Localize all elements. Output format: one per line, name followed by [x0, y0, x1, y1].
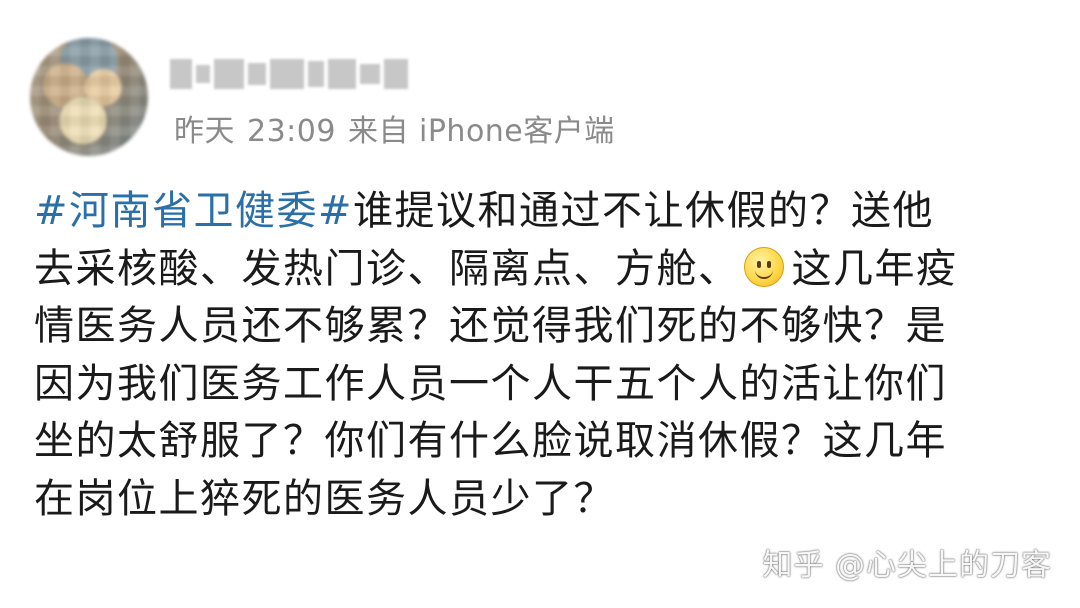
topic-link[interactable]: #河南省卫健委# — [34, 188, 353, 234]
post-source: 来自 iPhone客户端 — [347, 114, 615, 149]
content-line: #河南省卫健委#谁提议和通过不让休假的？送他 — [34, 183, 1054, 241]
content-text: 情医务人员还不够累？还觉得我们死的不够快？是 — [34, 303, 947, 349]
content-text: 这几年疫 — [791, 245, 958, 292]
content-text: 坐的太舒服了？你们有什么脸说取消休假？这几年 — [34, 418, 947, 464]
post-time: 23:09 — [247, 114, 336, 149]
user-avatar[interactable] — [30, 38, 148, 156]
content-text: 因为我们医务工作人员一个人干五个人的活让你们 — [34, 360, 947, 407]
content-line: 因为我们医务工作人员一个人干五个人的活让你们 — [34, 356, 1054, 414]
username-blurred[interactable] — [170, 48, 410, 100]
post-date: 昨天 — [174, 114, 235, 149]
zhihu-watermark: 知乎 @心尖上的刀客 — [762, 548, 1052, 583]
post-content: #河南省卫健委#谁提议和通过不让休假的？送他 去采核酸、发热门诊、隔离点、方舱、… — [34, 183, 1054, 528]
content-line: 情医务人员还不够累？还觉得我们死的不够快？是 — [34, 298, 1054, 356]
content-text: 去采核酸、发热门诊、隔离点、方舱、 — [34, 245, 740, 292]
post-header: 昨天 23:09 来自 iPhone客户端 — [30, 28, 830, 156]
smile-emoji-icon — [743, 246, 784, 287]
content-text: 谁提议和通过不让休假的？送他 — [353, 188, 935, 234]
content-line: 坐的太舒服了？你们有什么脸说取消休假？这几年 — [34, 413, 1054, 471]
content-line: 在岗位上猝死的医务人员少了？ — [34, 471, 1054, 529]
weibo-post: 昨天 23:09 来自 iPhone客户端 #河南省卫健委#谁提议和通过不让休假的？… — [0, 0, 1080, 608]
post-meta: 昨天 23:09 来自 iPhone客户端 — [174, 106, 627, 150]
content-text: 在岗位上猝死的医务人员少了？ — [34, 475, 615, 522]
content-line: 去采核酸、发热门诊、隔离点、方舱、 这几年疫 — [34, 241, 1054, 299]
